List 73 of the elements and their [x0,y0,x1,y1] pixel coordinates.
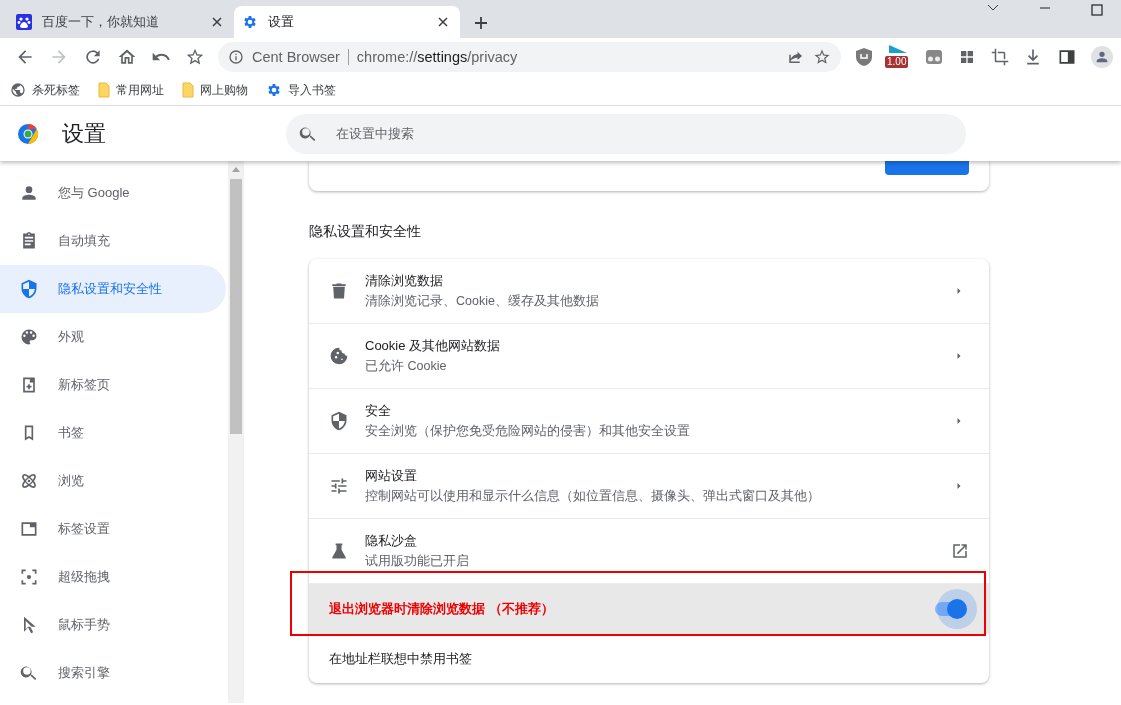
settings-row[interactable]: 在地址栏联想中禁用书签 [309,633,989,683]
row-subtitle: 已允许 Cookie [365,358,448,375]
row-subtitle: 清除浏览记录、Cookie、缓存及其他数据 [365,293,600,310]
folder-icon [98,82,110,98]
settings-title: 设置 [62,119,107,148]
bookmark-item[interactable]: 网上购物 [182,81,248,99]
new-tab-icon[interactable] [474,16,488,30]
crop-icon[interactable] [991,47,1009,66]
sliders-icon [329,476,349,496]
avatar-icon[interactable] [1091,45,1113,68]
extension-badge: 1.00 [885,55,909,68]
trash-icon [329,281,349,301]
close-icon[interactable] [438,17,448,27]
sidebar-item[interactable]: 新标签页 [0,361,226,409]
row-title: 安全 [365,402,392,420]
sidebar-item[interactable]: 隐私设置和安全性 [0,265,226,313]
maximize-icon[interactable] [1091,4,1103,16]
row-subtitle: 安全浏览（保护您免受危险网站的侵害）和其他安全设置 [365,423,691,440]
toggle-switch[interactable] [935,601,965,616]
sidebar-item[interactable]: 自动填充 [0,217,226,265]
globe-icon [10,82,26,98]
settings-row[interactable]: 清除浏览数据 清除浏览记录、Cookie、缓存及其他数据 [309,259,989,323]
bookmark-item[interactable]: 常用网址 [98,81,164,99]
sidebar-item[interactable]: 超级拖拽 [0,553,226,601]
close-icon[interactable] [212,17,222,27]
row-title: 清除浏览数据 [365,272,444,290]
row-title: 网站设置 [365,467,418,485]
chevron-down-icon[interactable] [987,4,999,12]
focus-icon [19,567,39,587]
settings-row[interactable]: 退出浏览器时清除浏览数据 （不推荐） [309,583,989,633]
row-title: 在地址栏联想中禁用书签 [329,649,473,668]
scrollbar[interactable] [228,161,244,703]
logo-icon [16,121,40,146]
glasses-icon[interactable] [925,48,943,65]
palette-icon [19,327,39,347]
bookmark-item[interactable]: 导入书签 [266,81,336,99]
external-link-icon[interactable] [951,542,969,560]
atom-icon [19,471,39,491]
section-title: 隐私设置和安全性 [309,223,422,241]
sidebar-item[interactable]: 标签设置 [0,505,226,553]
row-title: 退出浏览器时清除浏览数据 （不推荐） [329,599,555,618]
sidebar-item[interactable]: 鼠标手势 [0,601,226,649]
person-icon [19,183,39,203]
triangle-icon[interactable] [887,44,909,55]
gear-icon [266,82,282,98]
bookmark-item[interactable]: 杀死标签 [10,81,80,99]
shield-icon [329,411,349,431]
minimize-icon[interactable] [1039,4,1051,12]
sidebar-item[interactable]: 您与 Google [0,169,226,217]
settings-row[interactable]: 网站设置 控制网站可以使用和显示什么信息（如位置信息、摄像头、弹出式窗口及其他） [309,453,989,518]
cookie-icon [329,346,349,366]
settings-row[interactable]: Cookie 及其他网站数据 已允许 Cookie [309,323,989,388]
paw-icon [16,14,32,30]
sidebar-item[interactable]: 搜索引擎 [0,649,226,697]
row-title: 隐私沙盒 [365,532,418,550]
window-icon [19,519,39,539]
shield-icon [19,279,39,299]
settings-row[interactable]: 安全 安全浏览（保护您免受危险网站的侵害）和其他安全设置 [309,388,989,453]
search-field[interactable]: 在设置中搜索 [286,113,966,154]
address-bar[interactable]: Cent Browser chrome://settings/privacy [218,41,841,72]
flask-icon [329,541,349,561]
sidebar-item[interactable]: 浏览 [0,457,226,505]
shield-icon[interactable] [855,46,873,67]
sidebar-item[interactable]: 书签 [0,409,226,457]
info-icon [228,48,244,65]
row-subtitle: 控制网站可以使用和显示什么信息（如位置信息、摄像头、弹出式窗口及其他） [365,488,821,505]
row-title: Cookie 及其他网站数据 [365,337,502,355]
browser-tab[interactable]: 设置 [234,6,460,38]
gear-icon [242,14,258,30]
sidebar-item[interactable]: 外观 [0,313,226,361]
browser-tab[interactable]: 百度一下，你就知道 [8,6,234,38]
row-subtitle: 试用版功能已开启 [365,553,470,570]
folder-icon [182,82,194,98]
